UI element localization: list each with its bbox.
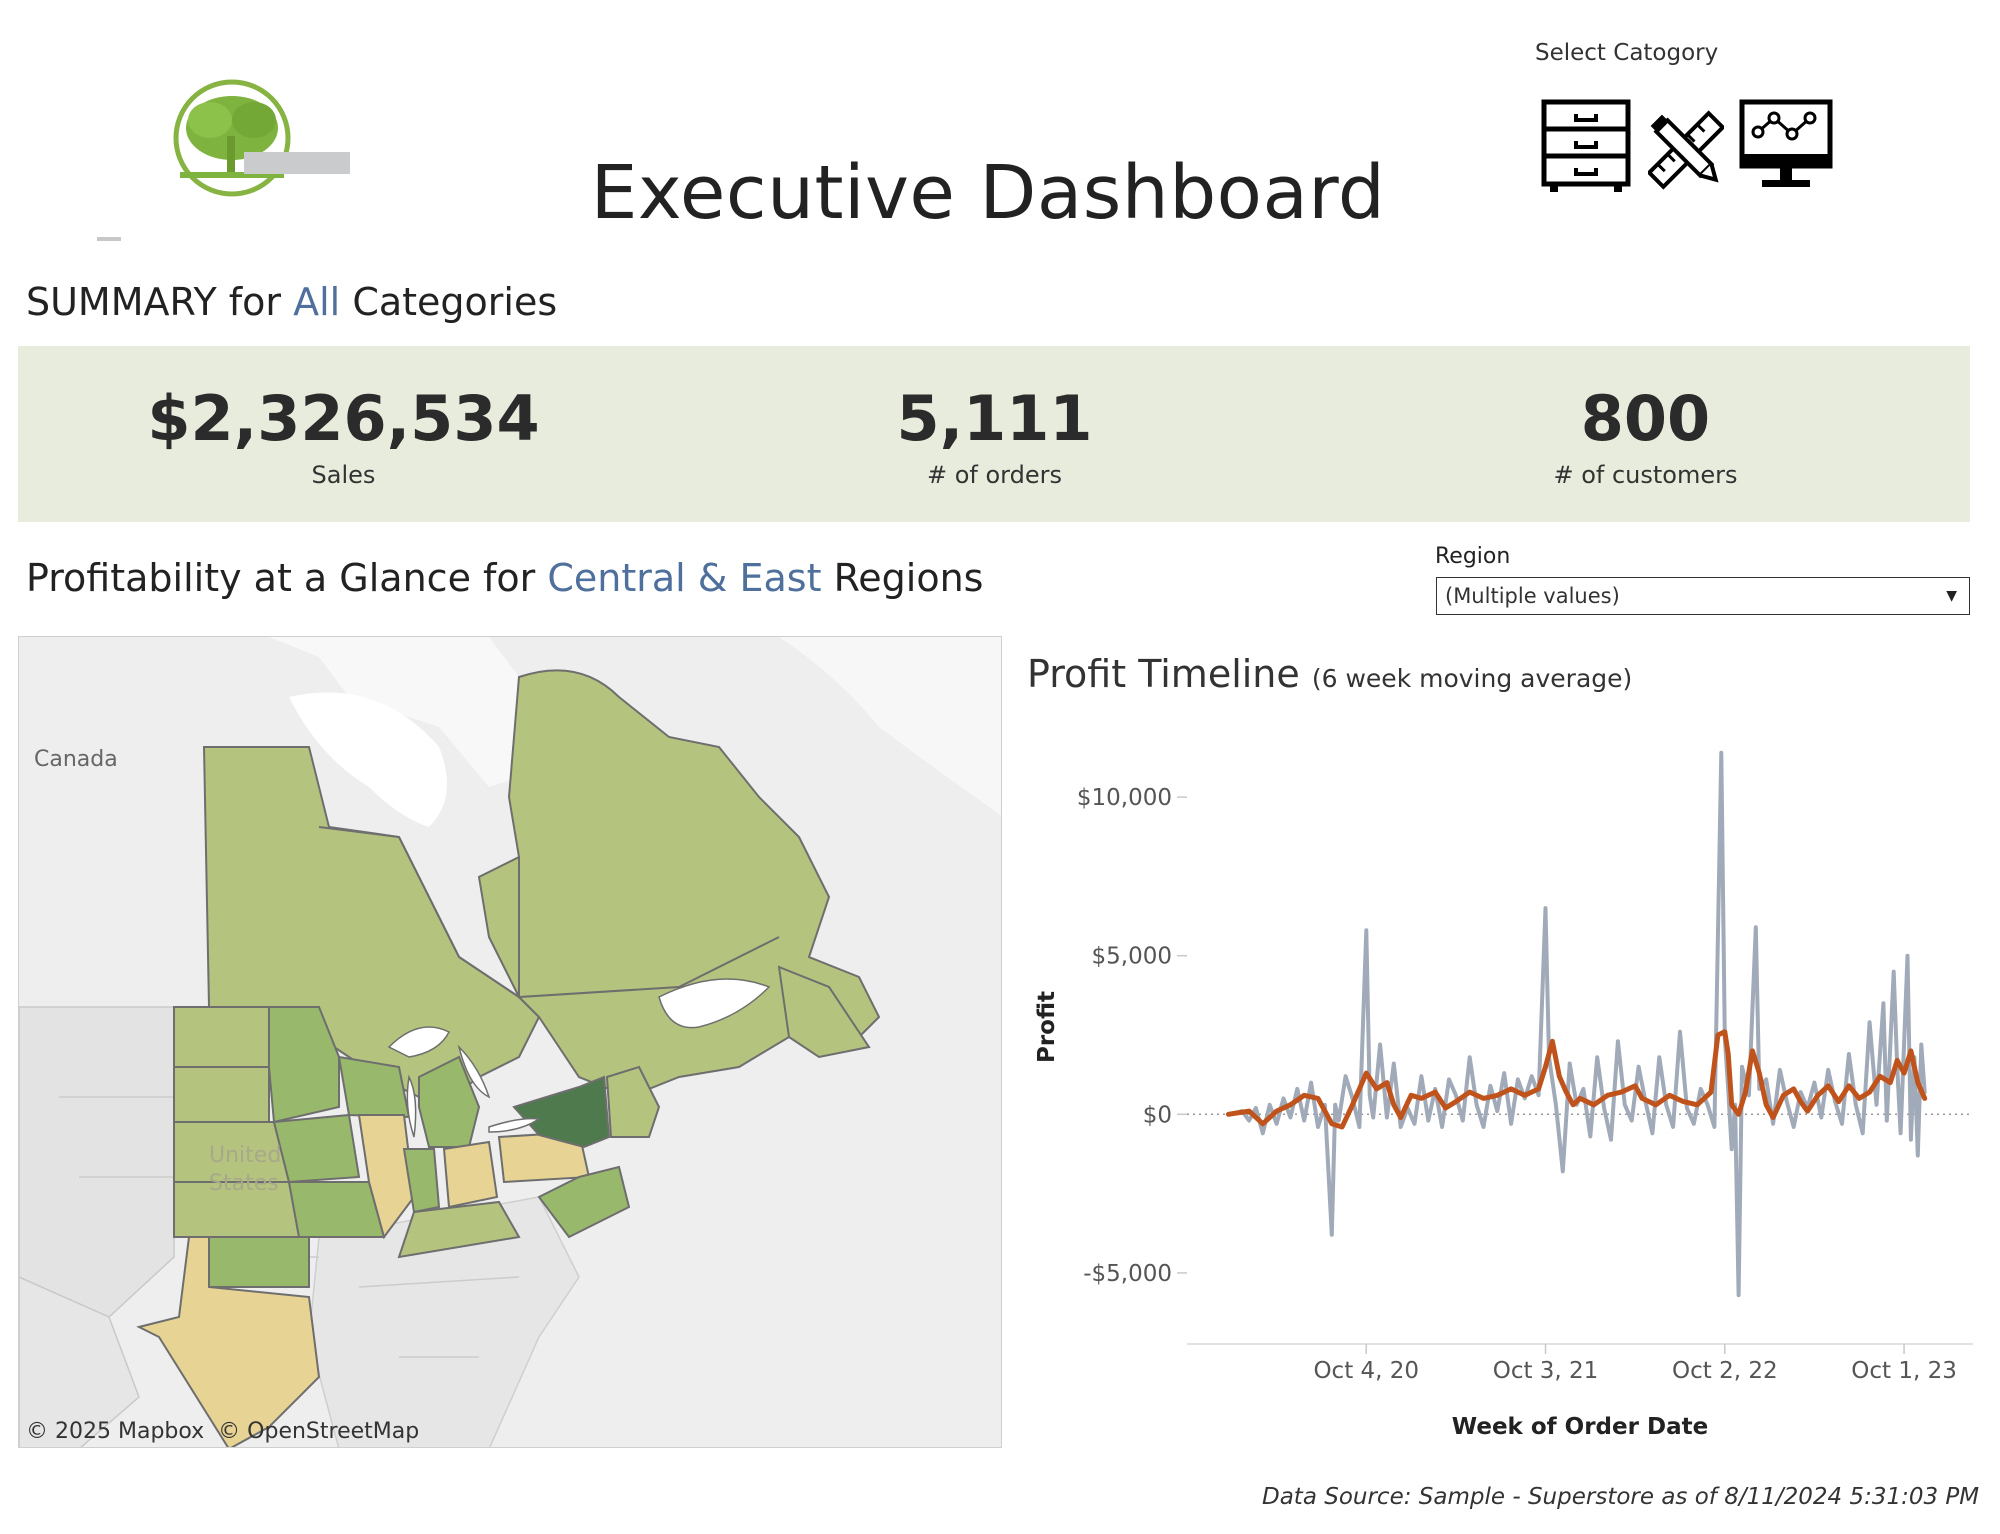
region-filter-value: (Multiple values) <box>1445 584 1620 608</box>
file-cabinet-icon <box>1541 99 1631 192</box>
x-axis-title: Week of Order Date <box>1452 1414 1708 1440</box>
summary-heading-suffix: Categories <box>340 280 558 324</box>
category-selector-label: Select Catogory <box>1535 40 1719 66</box>
mapbox-attribution-link[interactable]: © 2025 Mapbox <box>26 1419 204 1444</box>
profit-timeline-chart[interactable]: $10,000 $5,000 $0 -$5,000 Oct 4, 20 Oct 3, 21… <box>1027 700 1983 1460</box>
pencil-ruler-icon <box>1646 110 1726 190</box>
summary-category-highlight: All <box>293 280 341 324</box>
office-supplies-category-button[interactable] <box>1646 96 1726 196</box>
kpi-label: # of customers <box>1553 461 1738 489</box>
region-filter-label: Region <box>1435 544 1511 569</box>
profitability-heading-suffix: Regions <box>821 556 984 600</box>
caret-down-icon: ▼ <box>1946 588 1957 604</box>
weekly-profit-line <box>1226 750 1927 1298</box>
computer-monitor-icon <box>1739 99 1833 187</box>
profitability-heading: Profitability at a Glance for Central & … <box>26 556 983 600</box>
x-tick-label: Oct 2, 22 <box>1672 1358 1778 1384</box>
data-source-note: Data Source: Sample - Superstore as of 8… <box>1262 1484 1980 1510</box>
kpi-sales: $2,326,534 Sales <box>18 346 669 489</box>
kpi-value: $2,326,534 <box>147 382 540 455</box>
kpi-label: Sales <box>311 461 376 489</box>
technology-category-button[interactable] <box>1738 96 1834 196</box>
kpi-orders: 5,111 # of orders <box>669 346 1320 489</box>
region-filter-dropdown[interactable]: (Multiple values) ▼ <box>1436 577 1970 615</box>
kpi-value: 5,111 <box>896 382 1093 455</box>
kpi-label: # of orders <box>927 461 1062 489</box>
summary-heading-prefix: SUMMARY for <box>26 280 294 324</box>
kpi-band: $2,326,534 Sales 5,111 # of orders 800 #… <box>18 346 1970 522</box>
kpi-customers: 800 # of customers <box>1320 346 1971 489</box>
chart-subtitle: (6 week moving average) <box>1311 664 1633 693</box>
map-label-canada: Canada <box>34 747 118 772</box>
profitability-heading-prefix: Profitability at a Glance for <box>26 556 548 600</box>
y-tick-label: $5,000 <box>1092 944 1172 970</box>
y-axis-title: Profit <box>1034 991 1060 1063</box>
summary-heading: SUMMARY for All Categories <box>26 280 557 324</box>
x-tick-label: Oct 1, 23 <box>1851 1358 1957 1384</box>
profit-timeline-svg: $10,000 $5,000 $0 -$5,000 Oct 4, 20 Oct 3, 21… <box>1034 750 1973 1440</box>
y-tick-label: -$5,000 <box>1083 1261 1172 1287</box>
kpi-value: 800 <box>1580 382 1711 455</box>
chart-title: Profit Timeline (6 week moving average) <box>1027 652 1632 696</box>
profitability-region-highlight: Central & East <box>547 556 822 600</box>
x-tick-label: Oct 3, 21 <box>1493 1358 1599 1384</box>
chart-title-text: Profit Timeline <box>1027 652 1300 696</box>
map-label-united-states: United States <box>209 1143 282 1196</box>
map-attribution: © 2025 Mapbox © OpenStreetMap <box>26 1419 419 1444</box>
region-map[interactable]: Canada United States <box>18 636 1002 1448</box>
furniture-category-button[interactable] <box>1540 96 1632 196</box>
y-tick-label: $10,000 <box>1077 785 1172 811</box>
x-tick-label: Oct 4, 20 <box>1313 1358 1419 1384</box>
y-tick-label: $0 <box>1143 1102 1172 1128</box>
openstreetmap-attribution-link[interactable]: © OpenStreetMap <box>218 1419 419 1444</box>
logo-underline <box>97 237 121 241</box>
